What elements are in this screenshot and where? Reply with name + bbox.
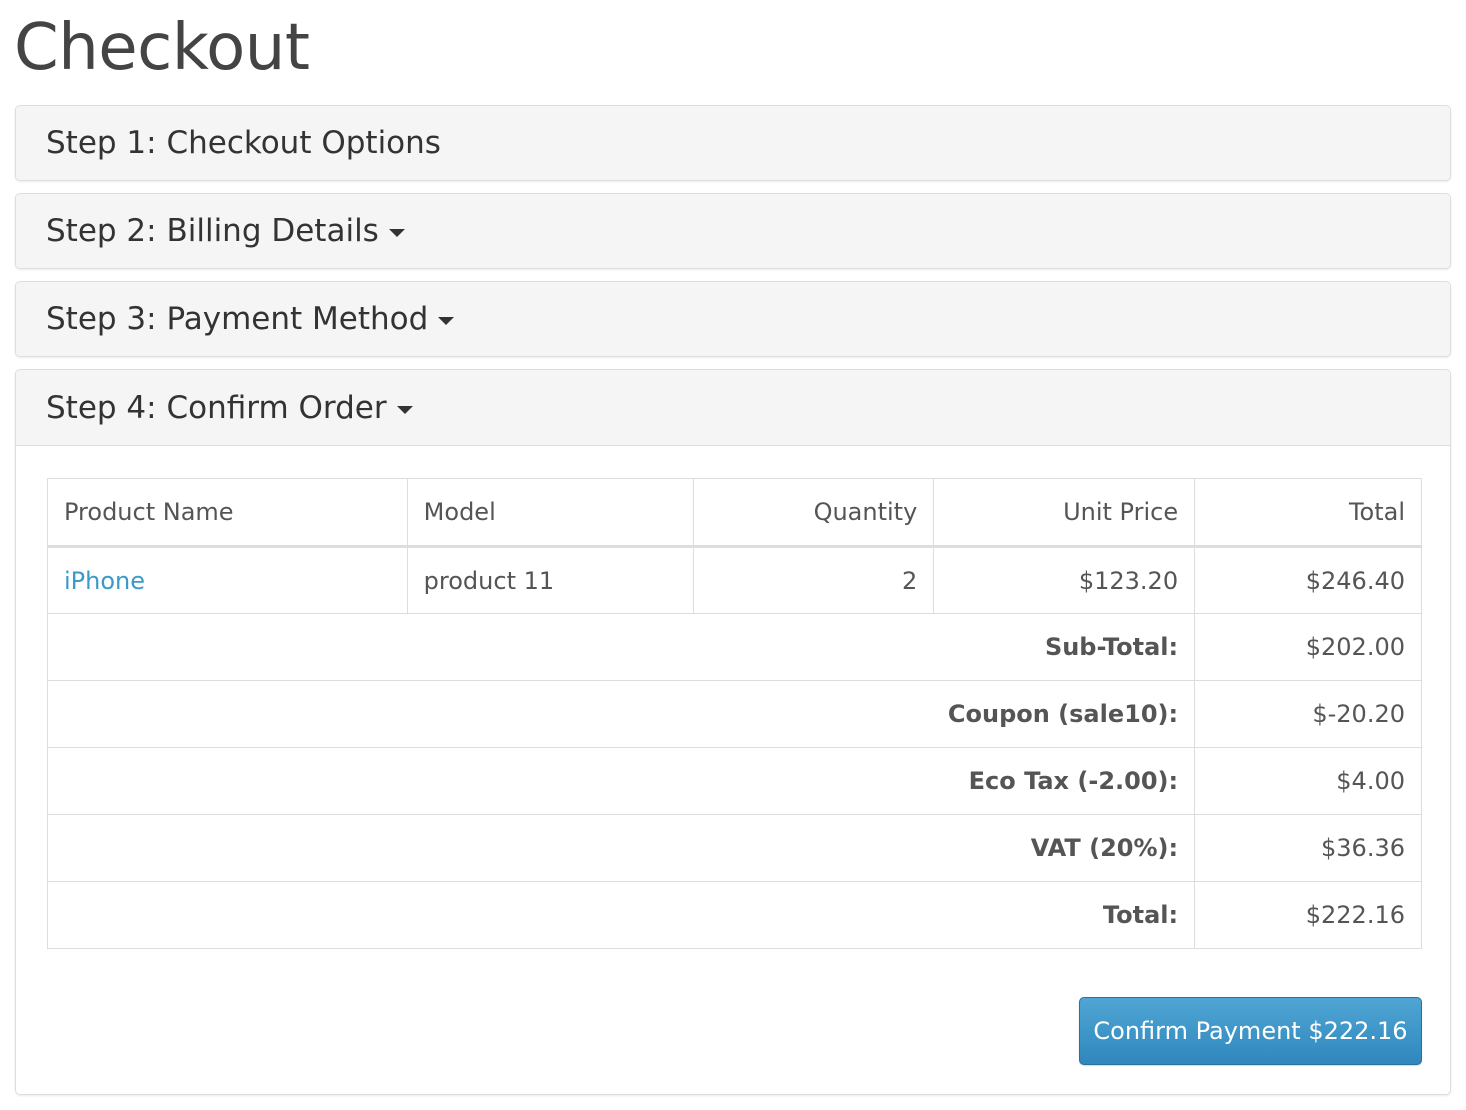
summary-label: Eco Tax (-2.00): [46,747,1196,815]
caret-down-icon [396,405,413,414]
step-3-panel: Step 3: Payment Method [15,281,1451,357]
header-model: Model [406,478,695,548]
summary-row-vat: VAT (20%): $36.36 [46,814,1422,882]
step-1-heading[interactable]: Step 1: Checkout Options [16,106,1450,180]
summary-value: $222.16 [1194,881,1422,949]
step-4-label: Step 4: Confirm Order [46,389,387,426]
product-name-cell: iPhone [47,546,408,614]
unit-price-cell: $123.20 [933,546,1196,614]
header-product-name: Product Name [47,478,408,548]
header-unit-price: Unit Price [933,478,1196,548]
header-quantity: Quantity [693,478,935,548]
summary-row-total: Total: $222.16 [46,881,1422,949]
step-2-panel: Step 2: Billing Details [15,193,1451,269]
summary-value: $4.00 [1194,747,1422,815]
summary-label: Coupon (sale10): [46,680,1196,748]
row-total-cell: $246.40 [1194,546,1422,614]
step-3-label: Step 3: Payment Method [46,301,429,337]
page-title: Checkout [14,11,310,85]
step-4-panel: Step 4: Confirm Order Product Name Model… [15,369,1451,1095]
summary-label: Sub-Total: [46,613,1196,681]
caret-down-icon [438,317,455,325]
model-cell: product 11 [406,546,695,614]
summary-label: Total: [46,881,1196,949]
caret-down-icon [388,229,405,237]
summary-value: $-20.20 [1194,680,1422,748]
summary-row-coupon: Coupon (sale10): $-20.20 [46,680,1422,748]
step-3-heading[interactable]: Step 3: Payment Method [16,282,1450,356]
step-2-label: Step 2: Billing Details [46,213,379,249]
step-2-heading[interactable]: Step 2: Billing Details [16,194,1450,268]
summary-value: $202.00 [1194,613,1422,681]
table-row: iPhone product 11 2 $123.20 $246.40 [47,546,1422,614]
step-1-label: Step 1: Checkout Options [46,125,441,161]
summary-value: $36.36 [1194,814,1422,882]
quantity-cell: 2 [693,546,935,614]
confirm-payment-button[interactable]: Confirm Payment $222.16 [1079,997,1422,1065]
summary-row-eco-tax: Eco Tax (-2.00): $4.00 [46,747,1422,815]
step-1-panel: Step 1: Checkout Options [15,105,1451,181]
step-4-heading[interactable]: Step 4: Confirm Order [16,370,1450,446]
product-link[interactable]: iPhone [64,567,145,595]
summary-row-subtotal: Sub-Total: $202.00 [46,613,1422,681]
summary-label: VAT (20%): [46,814,1196,882]
header-total: Total [1194,478,1422,548]
table-header-row: Product Name Model Quantity Unit Price T… [47,478,1422,548]
order-table: Product Name Model Quantity Unit Price T… [46,478,1422,949]
